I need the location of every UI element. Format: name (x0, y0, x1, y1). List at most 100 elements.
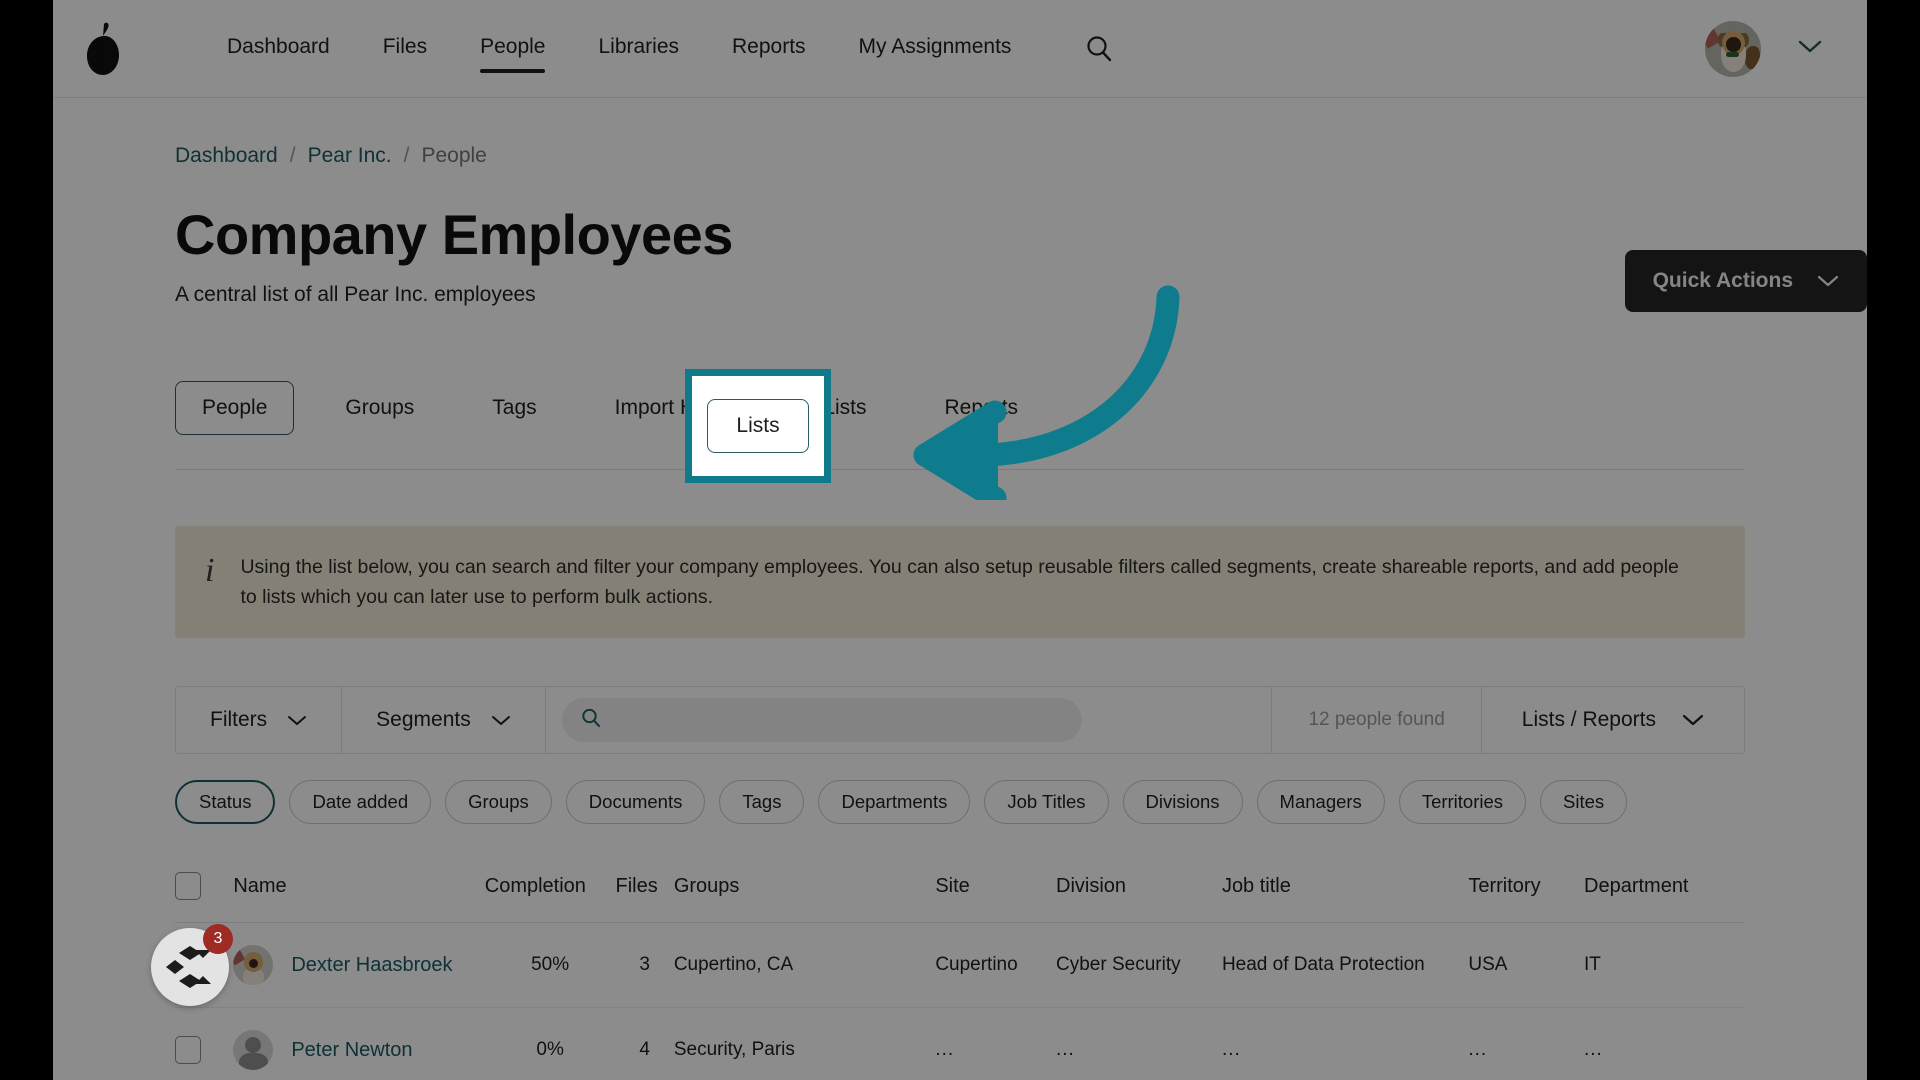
table-row: Peter Newton 0% 4 Security, Paris ... ..… (175, 1007, 1745, 1080)
chip-tags[interactable]: Tags (719, 780, 805, 825)
cell-files: 3 (615, 922, 674, 1009)
column-header-files[interactable]: Files (615, 858, 674, 924)
breadcrumb-item-dashboard[interactable]: Dashboard (175, 144, 278, 168)
table-header-row: Name Completion Files Groups Site Divisi… (175, 858, 1745, 924)
segments-label: Segments (376, 708, 471, 732)
pear-logo-icon[interactable] (73, 19, 133, 79)
chip-divisions[interactable]: Divisions (1122, 780, 1243, 825)
avatar[interactable] (1705, 20, 1761, 77)
search-icon[interactable] (1084, 34, 1114, 64)
column-header-name[interactable]: Name (233, 858, 485, 924)
person-name-link[interactable]: Peter Newton (291, 1039, 412, 1062)
breadcrumb-separator: / (403, 144, 410, 167)
cell-job-title: Head of Data Protection (1221, 922, 1469, 1009)
chevron-down-icon (491, 708, 511, 732)
cell-territory: USA (1468, 922, 1584, 1009)
chevron-down-icon (1682, 708, 1704, 732)
nav-item-dashboard[interactable]: Dashboard (227, 25, 330, 73)
table-row: Dexter Haasbroek 50% 3 Cupertino, CA Cup… (175, 922, 1745, 1009)
cell-files: 4 (615, 1007, 674, 1080)
breadcrumb: Dashboard / Pear Inc. / People (175, 144, 1745, 168)
nav-item-my-assignments[interactable]: My Assignments (859, 25, 1012, 73)
breadcrumb-separator: / (289, 144, 296, 167)
nav-links: Dashboard Files People Libraries Reports… (227, 25, 1114, 73)
chevron-down-icon[interactable] (1797, 38, 1823, 59)
chevron-down-icon (287, 708, 307, 732)
cell-completion: 50% (484, 922, 616, 1009)
tabs-divider (175, 468, 1745, 470)
chevron-down-icon (1817, 269, 1839, 293)
nav-item-people[interactable]: People (480, 25, 546, 73)
chip-groups[interactable]: Groups (445, 780, 552, 825)
cell-division: ... (1056, 1007, 1222, 1080)
column-header-division[interactable]: Division (1056, 858, 1222, 924)
people-table: Name Completion Files Groups Site Divisi… (175, 858, 1745, 1080)
lists-reports-dropdown[interactable]: Lists / Reports (1482, 687, 1744, 753)
segments-dropdown[interactable]: Segments (342, 687, 546, 754)
column-header-job-title[interactable]: Job title (1221, 858, 1469, 924)
chip-date-added[interactable]: Date added (289, 780, 432, 825)
filters-label: Filters (210, 708, 268, 732)
column-header-department[interactable]: Department (1584, 858, 1745, 924)
filter-toolbar: Filters Segments 12 people found Lists /… (175, 686, 1745, 755)
people-found-count: 12 people found (1272, 687, 1482, 754)
column-header-completion[interactable]: Completion (484, 858, 616, 924)
quick-actions-label: Quick Actions (1652, 269, 1793, 292)
chip-documents[interactable]: Documents (565, 780, 706, 825)
page-title: Company Employees (175, 203, 733, 266)
search-box[interactable] (561, 698, 1082, 743)
chip-territories[interactable]: Territories (1398, 780, 1527, 825)
tab-reports[interactable]: Reports (918, 381, 1046, 435)
page-subtitle: A central list of all Pear Inc. employee… (175, 282, 536, 306)
column-header-territory[interactable]: Territory (1468, 858, 1584, 924)
breadcrumb-item-pear-inc[interactable]: Pear Inc. (308, 144, 392, 168)
cell-division: Cyber Security (1056, 922, 1222, 1009)
filter-chip-row: Status Date added Groups Documents Tags … (175, 780, 1745, 825)
person-name-link[interactable]: Dexter Haasbroek (291, 954, 452, 977)
nav-item-reports[interactable]: Reports (732, 25, 806, 73)
info-icon: i (205, 551, 215, 589)
tab-groups[interactable]: Groups (318, 381, 441, 435)
tab-people[interactable]: People (175, 380, 295, 435)
search-icon (580, 707, 602, 734)
row-checkbox[interactable] (175, 1036, 201, 1065)
info-banner-text: Using the list below, you can search and… (240, 555, 1679, 609)
lists-reports-label: Lists / Reports (1521, 708, 1656, 732)
nav-item-libraries[interactable]: Libraries (598, 25, 679, 73)
quick-actions-button[interactable]: Quick Actions (1624, 250, 1867, 312)
cell-department: IT (1584, 922, 1745, 1009)
tab-bar: People Groups Tags Import History Lists … (175, 379, 1745, 437)
people-table-wrapper: Name Completion Files Groups Site Divisi… (175, 858, 1745, 1080)
chip-sites[interactable]: Sites (1540, 780, 1628, 825)
nav-right-cluster (1705, 20, 1823, 77)
content-inner: Dashboard / Pear Inc. / People Company E… (175, 98, 1867, 1080)
tab-tags[interactable]: Tags (465, 381, 563, 435)
column-header-groups[interactable]: Groups (673, 858, 936, 924)
filters-dropdown[interactable]: Filters (176, 687, 343, 754)
spotlight-highlight-lists-tab: Lists (685, 369, 831, 483)
search-input[interactable] (613, 709, 1064, 732)
chip-status[interactable]: Status (175, 780, 276, 825)
chip-departments[interactable]: Departments (818, 780, 971, 825)
info-banner: i Using the list below, you can search a… (175, 525, 1745, 639)
select-all-checkbox[interactable] (175, 872, 201, 901)
search-cell (546, 687, 1273, 754)
cookie-consent-widget[interactable]: 3 (151, 924, 233, 1006)
row-select-cell (175, 1007, 234, 1080)
chip-job-titles[interactable]: Job Titles (984, 780, 1109, 825)
select-all-header (175, 858, 234, 924)
column-header-site[interactable]: Site (935, 858, 1056, 924)
breadcrumb-item-people: People (421, 144, 487, 167)
chip-managers[interactable]: Managers (1256, 780, 1385, 825)
cookie-badge-count: 3 (203, 924, 233, 954)
cell-job-title: ... (1221, 1007, 1469, 1080)
screen: Dashboard Files People Libraries Reports… (0, 0, 1920, 1080)
browser-page: Dashboard Files People Libraries Reports… (53, 0, 1867, 1080)
cell-name: Peter Newton (233, 1007, 485, 1080)
cell-department: ... (1584, 1007, 1745, 1080)
cell-groups: Security, Paris (673, 1007, 936, 1080)
page-content: Dashboard / Pear Inc. / People Company E… (53, 98, 1867, 1080)
nav-item-files[interactable]: Files (383, 25, 427, 73)
tab-lists-highlighted[interactable]: Lists (707, 399, 809, 453)
row-avatar (233, 945, 274, 986)
